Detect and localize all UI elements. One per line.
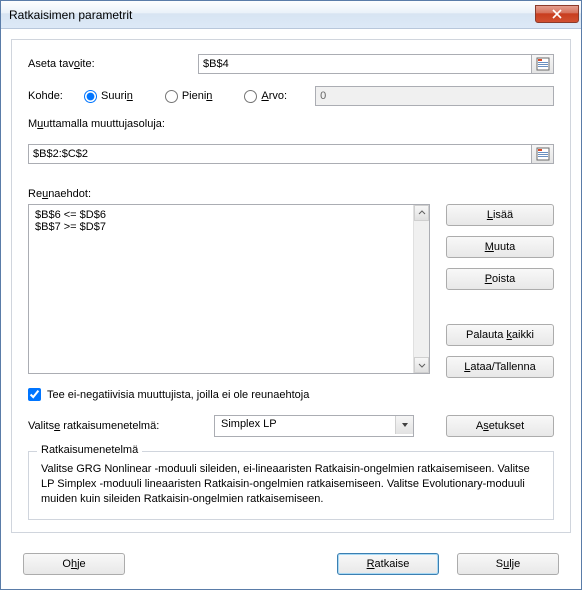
changing-refedit-button[interactable] [532, 144, 554, 164]
scroll-up-button[interactable] [414, 205, 429, 221]
load-save-button[interactable]: Lataa/Tallenna [446, 356, 554, 378]
dialog-footer: Ohje Ratkaise Sulje [1, 543, 581, 589]
constraints-label: Reunaehdot: [28, 188, 554, 200]
changing-label: Muuttamalla muuttujasoluja: [28, 118, 554, 130]
change-button[interactable]: Muuta [446, 236, 554, 258]
target-value-input[interactable] [315, 86, 554, 106]
solver-parameters-dialog: Ratkaisimen parametrit Aseta tavoite: [0, 0, 582, 590]
method-description-title: Ratkaisumenetelmä [37, 444, 142, 456]
method-description-group: Ratkaisumenetelmä Valitse GRG Nonlinear … [28, 451, 554, 520]
titlebar: Ratkaisimen parametrit [1, 1, 581, 29]
method-select-value: Simplex LP [214, 415, 414, 437]
constraints-listbox[interactable]: $B$6 <= $D$6 $B$7 >= $D$7 [28, 204, 430, 374]
main-panel: Aseta tavoite: K [11, 39, 571, 533]
chevron-down-icon [418, 361, 426, 369]
nonneg-checkbox-row[interactable]: Tee ei-negatiivisia muuttujista, joilla … [28, 388, 554, 401]
objective-input[interactable] [198, 54, 532, 74]
target-value-radio[interactable] [244, 90, 257, 103]
window-close-button[interactable] [535, 5, 579, 23]
nonneg-checkbox[interactable] [28, 388, 41, 401]
reset-all-button[interactable]: Palauta kaikki [446, 324, 554, 346]
constraints-buttons: Lisää Muuta Poista Palauta kaikki Lataa/… [446, 204, 554, 378]
scroll-track[interactable] [414, 221, 429, 357]
scroll-down-button[interactable] [414, 357, 429, 373]
method-select[interactable]: Simplex LP [214, 415, 414, 437]
close-icon [552, 9, 562, 19]
delete-button[interactable]: Poista [446, 268, 554, 290]
refedit-icon [536, 57, 550, 71]
objective-row: Aseta tavoite: [28, 54, 554, 74]
target-max-option[interactable]: Suurin [84, 90, 133, 103]
objective-refedit-button[interactable] [532, 54, 554, 74]
refedit-icon [536, 147, 550, 161]
target-min-radio[interactable] [165, 90, 178, 103]
method-label: Valitse ratkaisumenetelmä: [28, 420, 198, 432]
options-button[interactable]: Asetukset [446, 415, 554, 437]
solve-button[interactable]: Ratkaise [337, 553, 439, 575]
objective-label: Aseta tavoite: [28, 58, 198, 70]
nonneg-label: Tee ei-negatiivisia muuttujista, joilla … [47, 389, 309, 401]
target-radio-group: Suurin Pienin Arvo: [84, 90, 315, 103]
target-label: Kohde: [28, 90, 84, 102]
help-button[interactable]: Ohje [23, 553, 125, 575]
method-description-text: Valitse GRG Nonlinear -moduuli sileiden,… [41, 462, 541, 507]
target-row: Kohde: Suurin Pienin Arvo: [28, 86, 554, 106]
window-title: Ratkaisimen parametrit [9, 8, 535, 22]
chevron-up-icon [418, 209, 426, 217]
changing-cells-input[interactable] [28, 144, 532, 164]
method-row: Valitse ratkaisumenetelmä: Simplex LP As… [28, 415, 554, 437]
constraints-text: $B$6 <= $D$6 $B$7 >= $D$7 [35, 209, 106, 233]
target-min-option[interactable]: Pienin [165, 90, 213, 103]
target-max-radio[interactable] [84, 90, 97, 103]
constraints-scrollbar[interactable] [413, 205, 429, 373]
dialog-body: Aseta tavoite: K [1, 29, 581, 543]
close-button[interactable]: Sulje [457, 553, 559, 575]
add-button[interactable]: Lisää [446, 204, 554, 226]
target-value-option[interactable]: Arvo: [244, 90, 287, 103]
